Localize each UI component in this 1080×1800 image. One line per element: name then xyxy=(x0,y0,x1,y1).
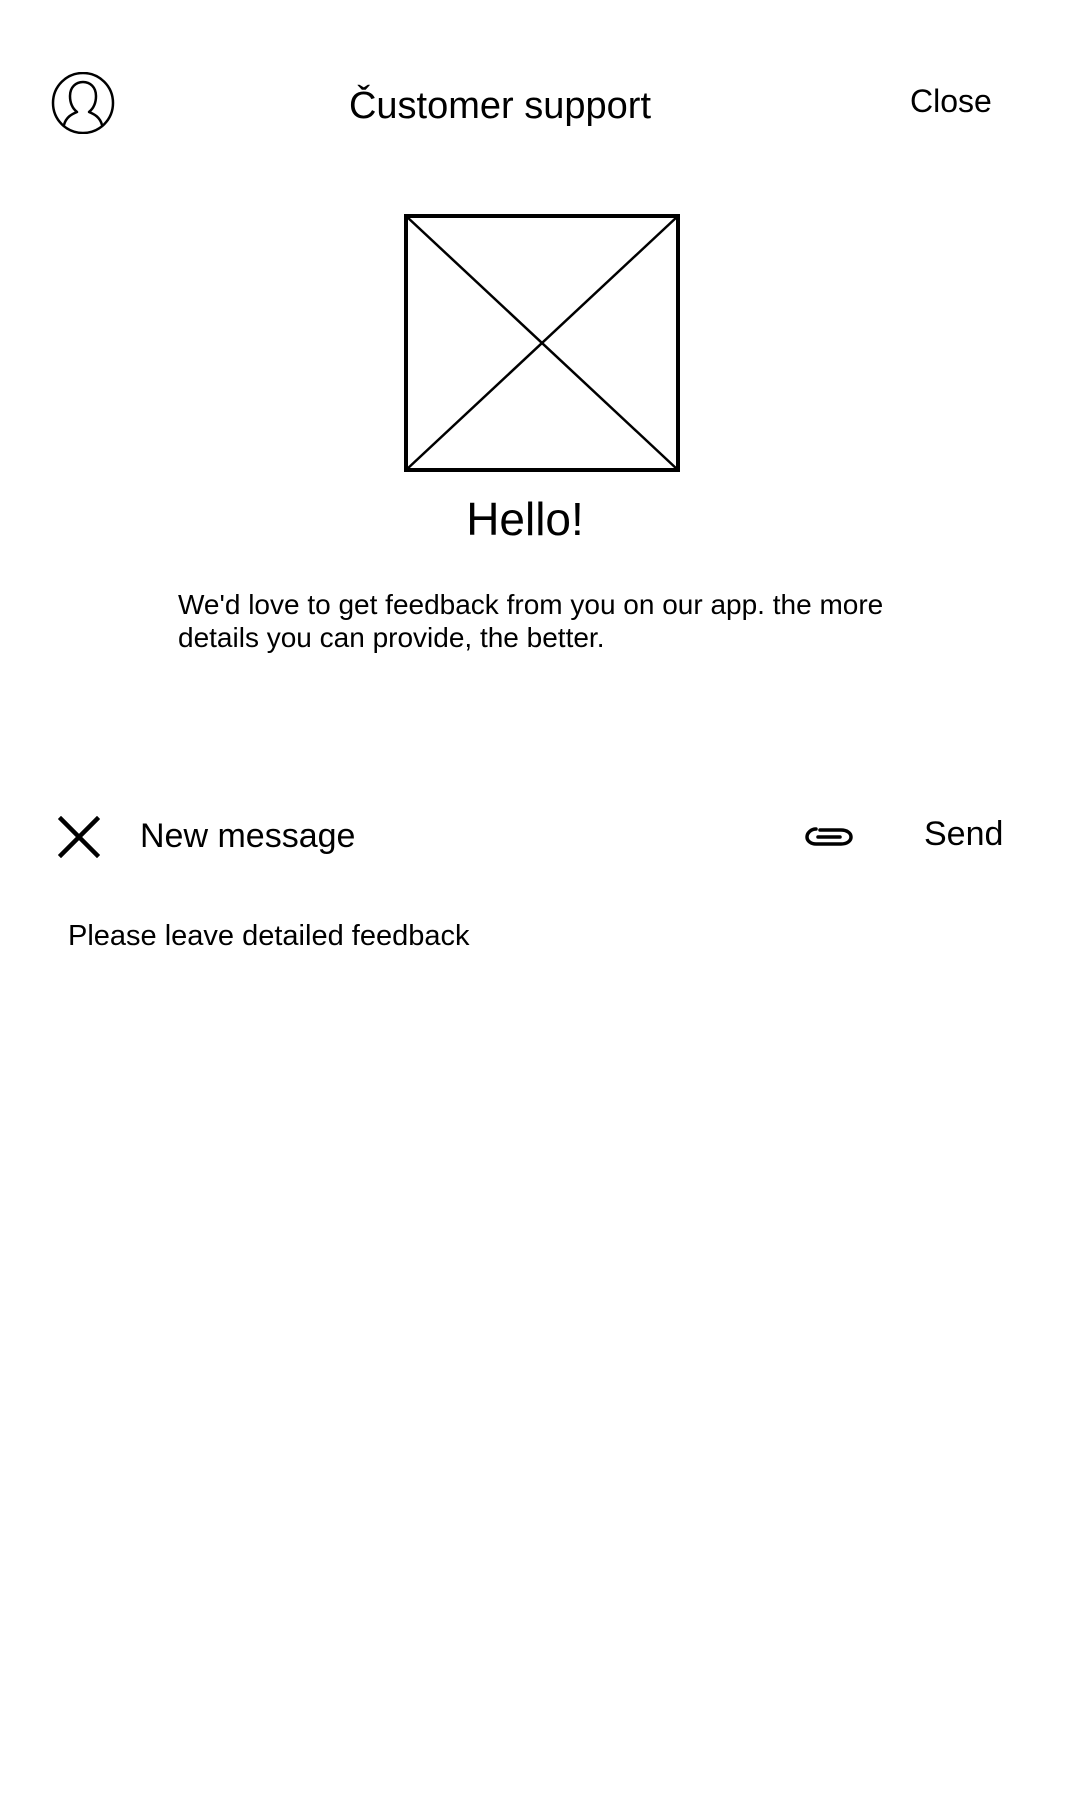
send-button[interactable]: Send xyxy=(924,814,1003,854)
close-x-icon xyxy=(58,816,100,858)
avatar[interactable] xyxy=(50,72,116,134)
message-input[interactable] xyxy=(68,918,1008,1518)
user-avatar-icon xyxy=(51,72,115,134)
page-title: Čustomer support xyxy=(348,85,651,127)
image-placeholder-icon xyxy=(404,214,680,472)
close-button[interactable]: Close xyxy=(910,82,992,120)
composer-title: New message xyxy=(140,817,356,855)
hero-image xyxy=(404,214,680,472)
paperclip-icon xyxy=(805,827,853,846)
greeting-heading: Hello! xyxy=(466,493,584,545)
attach-button[interactable] xyxy=(800,820,856,854)
discard-message-button[interactable] xyxy=(58,816,100,858)
intro-text: We'd love to get feedback from you on ou… xyxy=(178,589,884,653)
